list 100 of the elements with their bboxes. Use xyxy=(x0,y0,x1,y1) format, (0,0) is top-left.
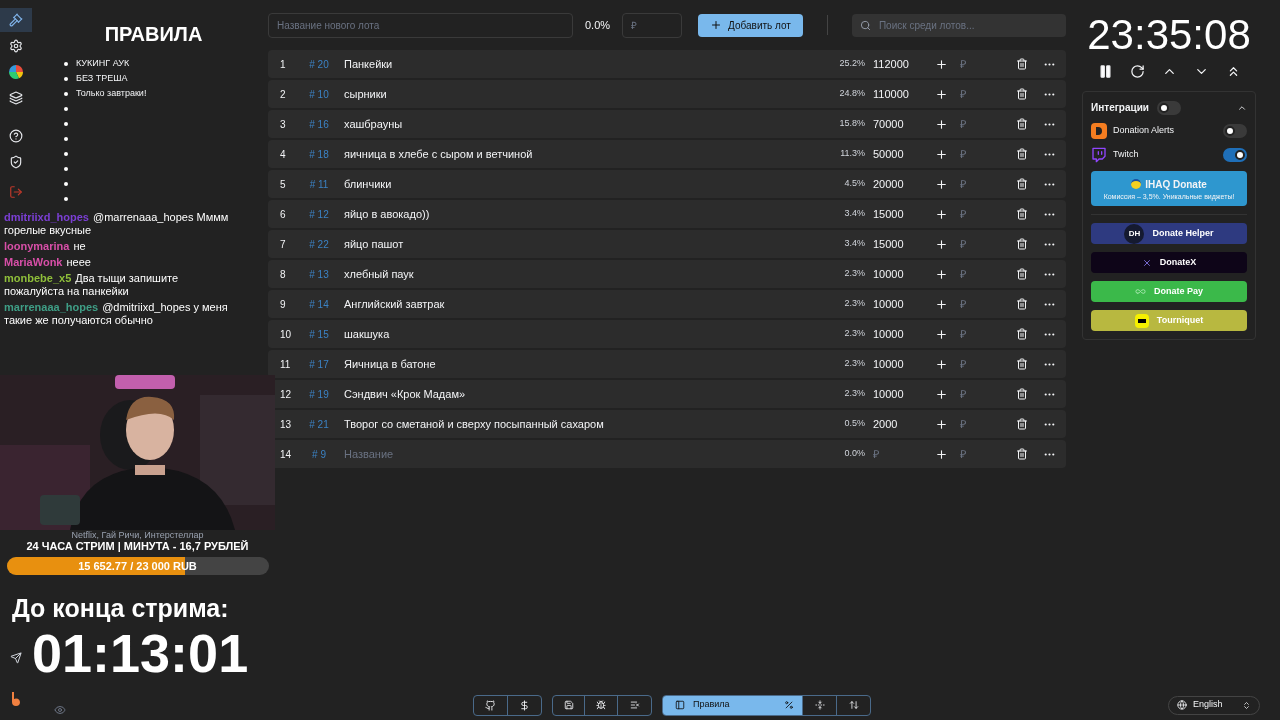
add-lot-button[interactable]: Добавить лот xyxy=(698,13,803,37)
service-name: Twitch xyxy=(1113,148,1140,162)
lot-index: 7 xyxy=(279,237,287,252)
donation-service-button[interactable]: DH Donate Helper xyxy=(1091,223,1247,244)
lot-id: # 13 xyxy=(308,267,330,282)
service-name: Donation Alerts xyxy=(1113,124,1176,138)
currency-button[interactable]: ₽ xyxy=(960,355,976,373)
lot-id: # 21 xyxy=(308,417,330,432)
currency-button[interactable]: ₽ xyxy=(960,415,976,433)
stream-subtitle: Netflix, Гай Ричи, Интерстеллар xyxy=(71,530,204,540)
rules-button[interactable]: Правила xyxy=(663,695,775,715)
lot-index: 3 xyxy=(279,117,287,132)
lot-index: 6 xyxy=(279,207,287,222)
lot-name: хашбрауны xyxy=(343,116,404,132)
countdown-label: До конца стрима: xyxy=(12,593,229,624)
currency-button[interactable]: ₽ xyxy=(960,145,976,163)
new-lot-name-field[interactable]: Название нового лота xyxy=(268,12,573,38)
lot-amount: 112000 xyxy=(872,56,910,72)
goal-title: 24 ЧАСА СТРИМ | МИНУТА - 16,7 РУБЛЕЙ xyxy=(26,540,249,553)
new-lot-amount-field[interactable]: ₽ xyxy=(622,12,683,38)
lot-percent: 2.3% xyxy=(843,327,865,341)
currency-button[interactable]: ₽ xyxy=(960,325,976,343)
donation-service-button[interactable]: Donate Pay xyxy=(1091,281,1247,302)
currency-button[interactable]: ₽ xyxy=(960,265,976,283)
lot-percent: 0.5% xyxy=(843,417,865,431)
lot-id: # 18 xyxy=(308,147,330,162)
lot-name: Сэндвич «Крок Мадам» xyxy=(343,386,467,402)
lot-name: яйцо в авокадо)) xyxy=(343,206,431,222)
lot-percent: 24.8% xyxy=(838,87,865,101)
lot-name-field[interactable]: Название xyxy=(340,445,805,463)
lot-amount: 2000 xyxy=(872,416,899,432)
lot-name: шакшука xyxy=(343,326,391,342)
lot-index: 1 xyxy=(279,57,287,72)
helper-logo: DH xyxy=(1124,223,1145,244)
lot-percent: 15.8% xyxy=(838,117,865,131)
lot-percent: 4.5% xyxy=(843,177,865,191)
lot-amount: 20000 xyxy=(872,176,905,192)
currency-button[interactable]: ₽ xyxy=(960,85,976,103)
lot-percent: 3.4% xyxy=(843,237,865,251)
lot-id: # 11 xyxy=(308,177,330,192)
chat-message: MariaWonk нееe xyxy=(4,256,92,269)
currency-button[interactable]: ₽ xyxy=(960,385,976,403)
lot-index: 11 xyxy=(279,357,292,372)
lot-amount: 10000 xyxy=(872,296,905,312)
lot-id: # 9 xyxy=(311,447,327,462)
lot-id: # 22 xyxy=(308,237,330,252)
currency-button[interactable]: ₽ xyxy=(960,115,976,133)
lot-id: # 17 xyxy=(308,357,330,372)
lot-name: яичница в хлебе с сыром и ветчиной xyxy=(343,146,534,162)
chat-username: MariaWonk xyxy=(4,256,63,268)
lot-index: 8 xyxy=(279,267,287,282)
lot-index: 13 xyxy=(279,417,293,432)
lot-name: хлебный паук xyxy=(343,266,415,282)
lot-name: сырники xyxy=(343,86,388,102)
search-input[interactable]: Поиск среди лотов... xyxy=(878,17,1058,33)
lot-name: Панкейки xyxy=(343,56,394,72)
lot-id: # 10 xyxy=(308,87,330,102)
rule-text: КУКИНГ АУК xyxy=(76,56,130,70)
lot-percent: 25.2% xyxy=(838,57,865,71)
lot-name: яйцо пашот xyxy=(343,236,405,252)
lot-percent: 2.3% xyxy=(843,387,865,401)
rule-text: БЕЗ ТРЕША xyxy=(76,71,128,85)
lot-id: # 16 xyxy=(308,117,330,132)
lot-index: 10 xyxy=(279,327,293,342)
integrations-title: Интеграции xyxy=(1091,101,1149,115)
lot-index: 4 xyxy=(279,147,287,162)
currency-button[interactable]: ₽ xyxy=(960,235,976,253)
countdown-timer: 01:13:01 xyxy=(32,622,249,685)
lot-index: 9 xyxy=(279,297,287,312)
rules-title: ПРАВИЛА xyxy=(104,22,203,47)
chat-username: dmitriixd_hopes xyxy=(4,211,89,223)
chat-username: loonymarina xyxy=(4,240,70,252)
chat-message: loonymarina не xyxy=(4,240,87,253)
lot-percent: 2.3% xyxy=(843,357,865,371)
currency-button[interactable]: ₽ xyxy=(960,205,976,223)
lot-index: 14 xyxy=(279,447,293,462)
chat-username: marrenaaa_hopes xyxy=(4,301,99,313)
search-field[interactable]: Поиск среди лотов... xyxy=(851,13,1066,37)
lot-id: # 20 xyxy=(308,57,330,72)
lot-amount: 15000 xyxy=(872,206,905,222)
rule-text: Только завтраки! xyxy=(76,86,147,100)
currency-button[interactable]: ₽ xyxy=(960,445,976,463)
lot-name: Английский завтрак xyxy=(343,296,446,312)
currency-button[interactable]: ₽ xyxy=(960,175,976,193)
lot-id: # 14 xyxy=(308,297,330,312)
lot-index: 12 xyxy=(279,387,293,402)
lot-amount: 15000 xyxy=(872,236,905,252)
lot-index: 5 xyxy=(279,177,287,192)
lot-percent: 3.4% xyxy=(843,207,865,221)
donation-service-button[interactable]: DonateX xyxy=(1091,252,1247,273)
lot-name: Яичница в батоне xyxy=(343,356,437,372)
lot-amount: 10000 xyxy=(872,356,905,372)
chat-message: marrenaaa_hopes @dmitriixd_hopes у меня такие же получаются обычно xyxy=(4,301,229,327)
lot-amount: 10000 xyxy=(872,386,905,402)
timer-display: 23:35:08 xyxy=(1087,10,1251,60)
lot-name: блинчики xyxy=(343,176,393,192)
currency-button[interactable]: ₽ xyxy=(960,295,976,313)
currency-button[interactable]: ₽ xyxy=(960,55,976,73)
lot-amount-field[interactable]: ₽ xyxy=(865,445,925,463)
donation-service-button[interactable]: Tourniquet xyxy=(1091,310,1247,331)
